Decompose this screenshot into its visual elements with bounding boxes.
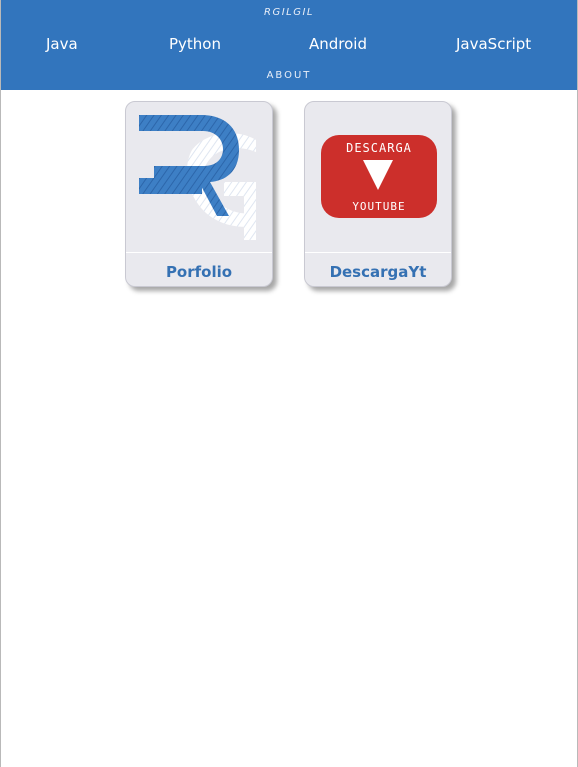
nav-python-link[interactable]: Python [169,35,221,53]
about-link[interactable]: ABOUT [1,70,577,81]
top-navigation: RGILGIL Java Python Android JavaScript A… [1,0,577,90]
youtube-logo-text: YOUTUBE [352,200,405,213]
porfolio-card[interactable]: Porfolio [125,101,273,287]
porfolio-image [126,102,272,253]
youtube-download-icon: DESCARGA YOUTUBE [321,135,437,218]
site-brand[interactable]: RGILGIL [1,7,577,18]
page: RGILGIL Java Python Android JavaScript A… [0,0,578,767]
descargayt-card[interactable]: DESCARGA YOUTUBE DescargaYt [304,101,452,287]
descargayt-image: DESCARGA YOUTUBE [305,102,451,253]
porfolio-title: Porfolio [165,263,233,281]
rg-logo-icon [139,115,256,240]
nav-java-link[interactable]: Java [46,35,78,53]
descarga-logo-text: DESCARGA [346,141,412,155]
descargayt-title: DescargaYt [329,263,427,281]
nav-android-link[interactable]: Android [309,35,367,53]
nav-javascript-link[interactable]: JavaScript [456,35,531,53]
